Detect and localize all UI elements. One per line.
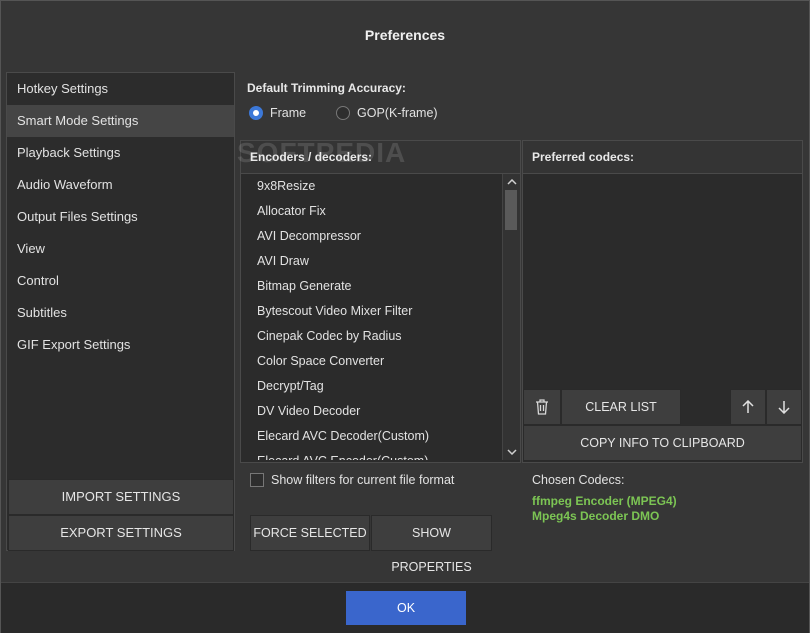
- radio-gop-kframe[interactable]: GOP(K-frame): [336, 105, 438, 121]
- list-item[interactable]: Elecard AVC Decoder(Custom): [241, 424, 503, 449]
- scroll-down-arrow-icon[interactable]: [503, 444, 520, 460]
- arrow-down-icon: [767, 390, 801, 424]
- radio-gop-label: GOP(K-frame): [357, 106, 438, 120]
- list-item[interactable]: 9x8Resize: [241, 174, 503, 199]
- move-up-button[interactable]: [730, 389, 766, 425]
- scroll-thumb[interactable]: [505, 190, 517, 230]
- scroll-up-arrow-icon[interactable]: [503, 174, 520, 190]
- list-item[interactable]: Bytescout Video Mixer Filter: [241, 299, 503, 324]
- preferences-window: Preferences Hotkey Settings Smart Mode S…: [0, 0, 810, 633]
- sidebar-item-smart-mode-settings[interactable]: Smart Mode Settings: [7, 105, 234, 137]
- sidebar-item-gif-export-settings[interactable]: GIF Export Settings: [7, 329, 234, 361]
- encoders-list: 9x8Resize Allocator Fix AVI Decompressor…: [241, 174, 503, 460]
- copy-info-to-clipboard-button[interactable]: COPY INFO TO CLIPBOARD: [523, 425, 802, 461]
- radio-frame-indicator[interactable]: [249, 106, 263, 120]
- sidebar-item-hotkey-settings[interactable]: Hotkey Settings: [7, 73, 234, 105]
- list-item[interactable]: Allocator Fix: [241, 199, 503, 224]
- sidebar-item-control[interactable]: Control: [7, 265, 234, 297]
- radio-frame-label: Frame: [270, 106, 307, 120]
- sidebar-item-view[interactable]: View: [7, 233, 234, 265]
- list-item[interactable]: Bitmap Generate: [241, 274, 503, 299]
- sidebar-item-output-files-settings[interactable]: Output Files Settings: [7, 201, 234, 233]
- list-item[interactable]: DV Video Decoder: [241, 399, 503, 424]
- list-item[interactable]: Cinepak Codec by Radius: [241, 324, 503, 349]
- show-filters-checkbox[interactable]: [250, 473, 264, 487]
- force-selected-button[interactable]: FORCE SELECTED: [250, 515, 370, 551]
- preferred-codecs-header: Preferred codecs:: [523, 141, 802, 174]
- window-title: Preferences: [364, 27, 446, 43]
- encoders-panel: Encoders / decoders: 9x8Resize Allocator…: [240, 140, 521, 463]
- delete-button[interactable]: [523, 389, 561, 425]
- chosen-codec-item: Mpeg4s Decoder DMO: [532, 509, 660, 523]
- sidebar-item-subtitles[interactable]: Subtitles: [7, 297, 234, 329]
- export-settings-button[interactable]: EXPORT SETTINGS: [8, 515, 234, 551]
- dialog-footer: OK: [1, 582, 809, 633]
- list-item[interactable]: AVI Decompressor: [241, 224, 503, 249]
- chosen-codec-item: ffmpeg Encoder (MPEG4): [532, 494, 677, 508]
- radio-gop-indicator[interactable]: [336, 106, 350, 120]
- list-item[interactable]: Elecard AVC Encoder(Custom): [241, 449, 503, 460]
- sidebar-item-playback-settings[interactable]: Playback Settings: [7, 137, 234, 169]
- list-item[interactable]: Decrypt/Tag: [241, 374, 503, 399]
- sidebar-item-audio-waveform[interactable]: Audio Waveform: [7, 169, 234, 201]
- list-item[interactable]: Color Space Converter: [241, 349, 503, 374]
- clear-list-button[interactable]: CLEAR LIST: [561, 389, 681, 425]
- show-filters-label: Show filters for current file format: [271, 473, 455, 487]
- ok-button[interactable]: OK: [346, 591, 466, 625]
- encoders-scrollbar[interactable]: [502, 174, 520, 460]
- trash-icon: [524, 390, 560, 424]
- move-down-button[interactable]: [766, 389, 802, 425]
- radio-frame[interactable]: Frame: [249, 105, 306, 121]
- settings-sidebar: Hotkey Settings Smart Mode Settings Play…: [6, 72, 235, 551]
- chosen-codecs-label: Chosen Codecs:: [532, 473, 625, 487]
- list-item[interactable]: AVI Draw: [241, 249, 503, 274]
- arrow-up-icon: [731, 390, 765, 424]
- softpedia-watermark: SOFTPEDIA: [237, 137, 407, 168]
- import-settings-button[interactable]: IMPORT SETTINGS: [8, 479, 234, 515]
- show-properties-button[interactable]: SHOW PROPERTIES: [371, 515, 492, 574]
- trimming-accuracy-label: Default Trimming Accuracy:: [247, 81, 406, 95]
- preferred-codecs-panel: Preferred codecs: CLEAR LIST COPY INFO T…: [522, 140, 803, 463]
